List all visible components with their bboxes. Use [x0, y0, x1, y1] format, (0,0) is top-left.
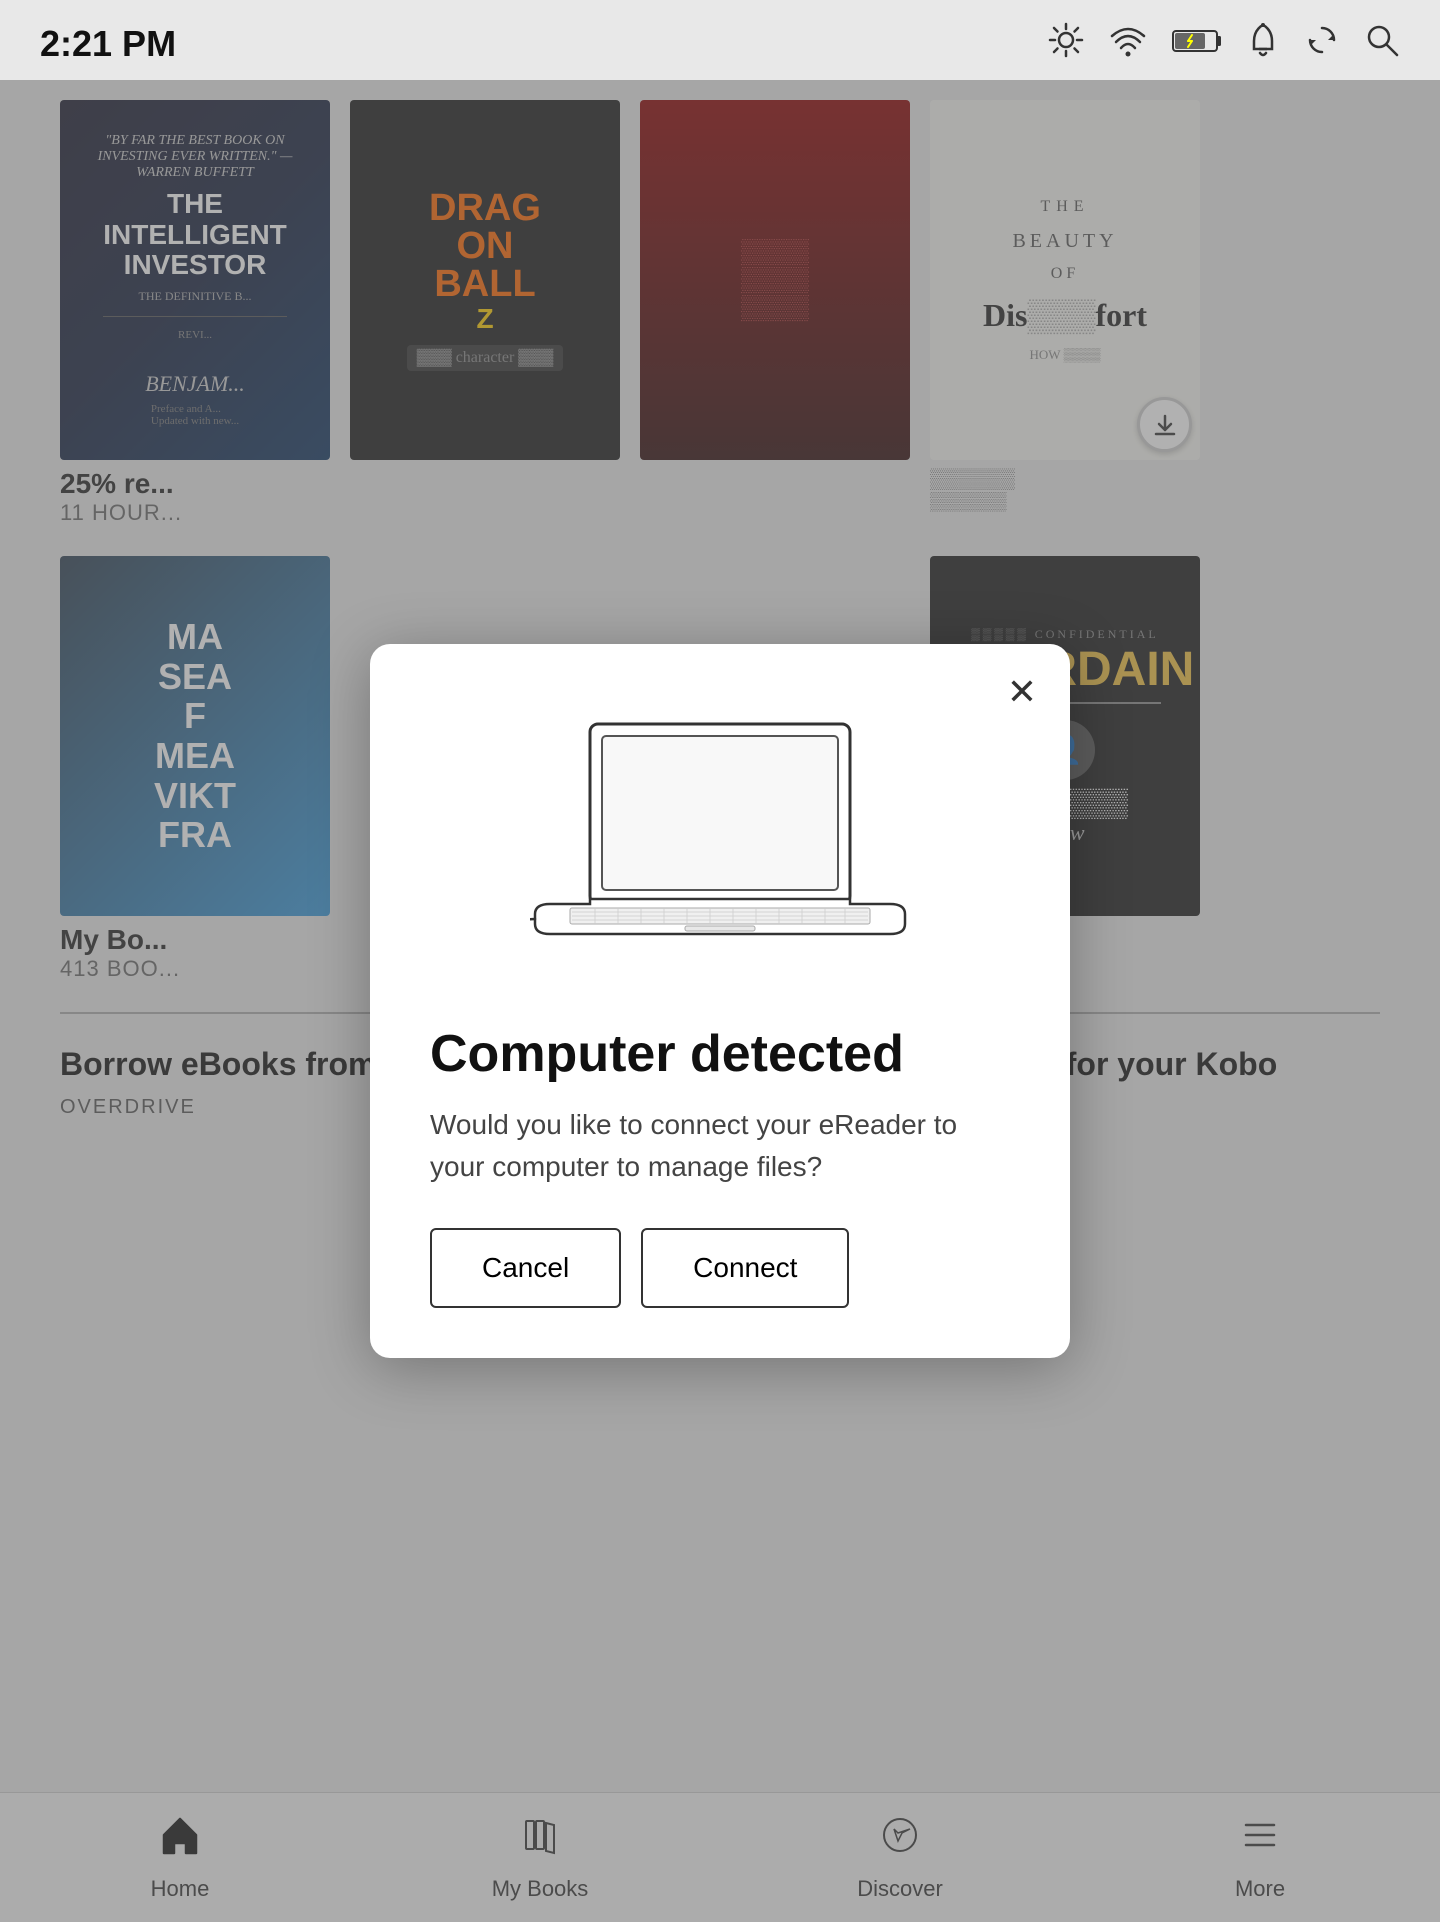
search-icon[interactable] — [1364, 22, 1400, 66]
modal-description: Would you like to connect your eReader t… — [430, 1104, 1010, 1188]
connect-button[interactable]: Connect — [641, 1228, 849, 1308]
battery-icon — [1172, 26, 1222, 63]
brightness-icon — [1048, 22, 1084, 66]
notification-icon[interactable] — [1246, 21, 1280, 67]
sync-icon[interactable] — [1304, 22, 1340, 66]
modal-close-button[interactable]: ✕ — [998, 668, 1046, 716]
status-bar: 2:21 PM — [0, 0, 1440, 80]
modal-overlay: ✕ — [0, 80, 1440, 1922]
status-time: 2:21 PM — [40, 23, 176, 65]
modal-illustration — [430, 704, 1010, 984]
modal-title: Computer detected — [430, 1024, 1010, 1084]
wifi-icon — [1108, 22, 1148, 66]
status-icons — [1048, 21, 1400, 67]
main-content: "BY FAR THE BEST BOOK ON INVESTING EVER … — [0, 80, 1440, 1922]
computer-detected-modal: ✕ — [370, 644, 1070, 1358]
modal-buttons: Cancel Connect — [430, 1228, 1010, 1308]
cancel-button[interactable]: Cancel — [430, 1228, 621, 1308]
